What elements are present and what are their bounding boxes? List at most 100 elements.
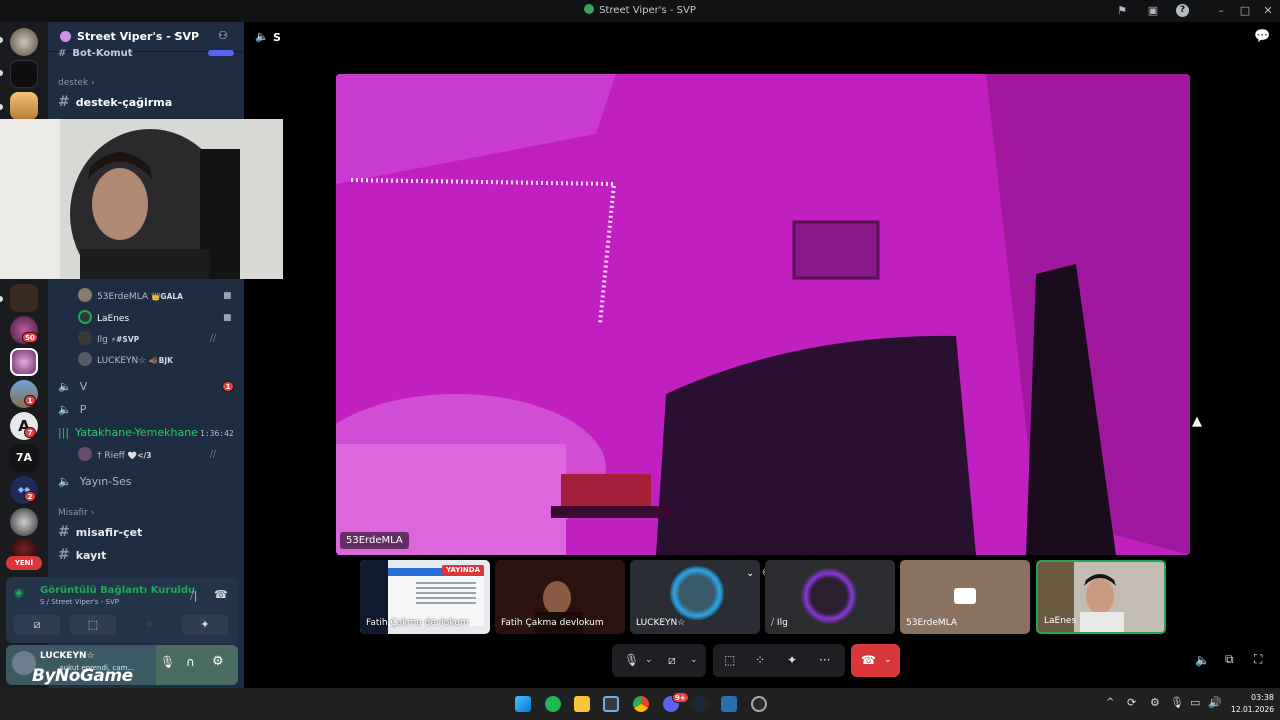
voice-user[interactable]: 53ErdeMLA 👑GALA	[78, 288, 183, 304]
main-video[interactable]: 53ErdeMLA	[336, 74, 1190, 555]
camera-toggle-button[interactable]: ⧄	[14, 615, 60, 635]
camera-off-icon[interactable]: ⧄	[668, 653, 676, 668]
clock-time[interactable]: 03:38	[1228, 693, 1274, 702]
channel-kayit[interactable]: # kayıt	[58, 547, 106, 563]
app-icon[interactable]	[721, 696, 737, 712]
camera-icon: ■	[223, 313, 232, 323]
discord-badge: 9+	[672, 692, 689, 703]
chevron-down-icon[interactable]: ⌄	[884, 655, 892, 665]
help-icon[interactable]: ?	[1176, 4, 1189, 17]
media-controls: 🎙 ⌄ ⧄ ⌄	[612, 644, 706, 677]
headphones-icon[interactable]: ∩	[186, 655, 195, 669]
user-name: LUCKEYN☆	[40, 651, 95, 661]
stream-tile[interactable]: YAYINDA Fatih Çakma devlokum	[360, 560, 490, 634]
hangup-icon[interactable]: ☎	[861, 653, 876, 667]
steam-icon[interactable]	[692, 696, 708, 712]
voice-user[interactable]: LaEnes	[78, 310, 132, 326]
minimize-button[interactable]: –	[1213, 3, 1229, 19]
voice-channel-yayin[interactable]: 🔈 Yayın-Ses	[58, 475, 132, 488]
screen-share-icon[interactable]: ▣	[1145, 3, 1161, 19]
server-icon[interactable]: 7A	[10, 444, 38, 472]
video-tile[interactable]: LaEnes	[1036, 560, 1166, 634]
screen-share-button[interactable]: ⬚	[70, 615, 116, 635]
channel-destek-cagirma[interactable]: # destek-çağirma	[58, 94, 172, 110]
server-icon[interactable]	[10, 348, 38, 376]
store-icon[interactable]	[603, 696, 619, 712]
avatar-tile[interactable]: 53ErdeMLA	[900, 560, 1030, 634]
microphone-icon[interactable]: 🎙	[624, 653, 639, 667]
chat-bubble-icon[interactable]: 💬	[1254, 29, 1270, 44]
activities-icon[interactable]: ⁘	[755, 653, 765, 667]
channel-bot-komut[interactable]: # Bot-Komut	[58, 48, 133, 56]
voice-channel-yatakhane[interactable]: ||| Yatakhane-Yemekhane	[58, 426, 198, 439]
microphone-icon[interactable]: 🎙	[160, 655, 175, 669]
voice-user[interactable]: Ilg ⚡#SVP	[78, 331, 139, 347]
chevron-down-icon[interactable]: ⌄	[746, 568, 754, 579]
steam-tray-icon[interactable]: ⚙	[1150, 696, 1160, 709]
network-icon[interactable]: ▭	[1190, 696, 1200, 709]
speaker-icon: 🔈	[58, 403, 72, 416]
popout-icon[interactable]: ⧉	[1225, 652, 1234, 667]
fullscreen-icon[interactable]: ⛶	[1254, 652, 1262, 667]
more-options-icon[interactable]: ···	[819, 653, 830, 667]
microphone-tray-icon[interactable]: 🎙	[1170, 696, 1184, 709]
category-misafir[interactable]: Misafir ›	[58, 508, 94, 518]
server-icon[interactable]	[10, 60, 38, 88]
video-label: 53ErdeMLA	[340, 532, 409, 549]
live-badge: YAYINDA	[442, 565, 484, 575]
speaker-icon: 🔈	[58, 475, 72, 488]
stage-header: 🔈 S 💬	[244, 22, 1280, 54]
avatar-tile[interactable]: LUCKEYN☆ ⌄	[630, 560, 760, 634]
server-icon[interactable]	[10, 92, 38, 120]
voice-user[interactable]: LUCKEYN☆ 🐗BJK	[78, 352, 173, 368]
video-tile[interactable]: Fatih Çakma devlokum	[495, 560, 625, 634]
windows-start-icon[interactable]	[515, 696, 531, 712]
channel-misafir-cet[interactable]: # misafir-çet	[58, 524, 142, 540]
speaker-tray-icon[interactable]: 🔊	[1208, 696, 1222, 709]
avatar-tile[interactable]: ⧸ Ilg	[765, 560, 895, 634]
screen-share-icon[interactable]: ⬚	[724, 653, 735, 667]
muted-icon: ⧸⧸	[210, 450, 217, 460]
voice-status-subtitle: S / Street Viper's - SVP	[40, 598, 119, 606]
unread-badge: 2	[24, 491, 36, 502]
watermark-text: ByNoGame	[32, 666, 133, 685]
tile-label: ⧸ Ilg	[771, 618, 788, 628]
volume-icon[interactable]: 🔈	[1195, 653, 1210, 667]
inbox-flag-icon[interactable]: ⚑	[1114, 3, 1130, 19]
sync-icon[interactable]: ⟳	[1127, 696, 1136, 709]
channel-timer: 1:36:42	[200, 429, 234, 438]
chevron-down-icon[interactable]: ⌄	[690, 655, 698, 665]
disconnect-icon[interactable]: ☎	[214, 588, 228, 601]
voice-user[interactable]: † Rieff 🤍</3	[78, 447, 151, 463]
server-icon[interactable]	[10, 28, 38, 56]
app-icon[interactable]	[751, 696, 767, 712]
tray-chevron-up-icon[interactable]: ^	[1106, 697, 1114, 708]
settings-gear-icon[interactable]: ⚙	[212, 654, 224, 669]
soundboard-icon[interactable]: ✦	[787, 653, 797, 667]
soundboard-button[interactable]: ✦	[182, 615, 228, 635]
activities-button[interactable]: ⁘	[126, 615, 172, 635]
chevron-down-icon: ⌄	[172, 28, 181, 39]
chevron-down-icon[interactable]: ⌄	[645, 655, 653, 665]
user-panel: LUCKEYN☆ sukut eprendi, cam... ByNoGame …	[6, 645, 238, 685]
activity-controls: ⬚ ⁘ ✦ ···	[713, 644, 845, 677]
file-explorer-icon[interactable]	[574, 696, 590, 712]
server-icon[interactable]	[10, 508, 38, 536]
spotify-icon[interactable]	[545, 696, 561, 712]
voice-channel-v[interactable]: 🔈 V	[58, 380, 87, 393]
close-button[interactable]: ✕	[1260, 3, 1276, 19]
unread-badge: 50	[22, 332, 38, 343]
voice-channel-p[interactable]: 🔈 P	[58, 403, 86, 416]
mouse-cursor-icon: ▲	[1192, 414, 1202, 429]
tile-label: LUCKEYN☆	[636, 618, 686, 628]
chrome-icon[interactable]	[633, 696, 649, 712]
noise-suppression-icon[interactable]: ⧸|	[190, 589, 197, 603]
server-icon[interactable]	[10, 284, 38, 312]
camera-icon: ■	[223, 291, 232, 301]
add-member-icon[interactable]: ⚇	[218, 29, 228, 42]
category-destek[interactable]: destek ›	[58, 78, 95, 88]
new-badge: YENİ	[6, 556, 42, 570]
window-title: Street Viper's - SVP	[0, 4, 1280, 16]
maximize-button[interactable]: □	[1237, 3, 1253, 19]
clock-date[interactable]: 12.01.2026	[1224, 705, 1274, 714]
